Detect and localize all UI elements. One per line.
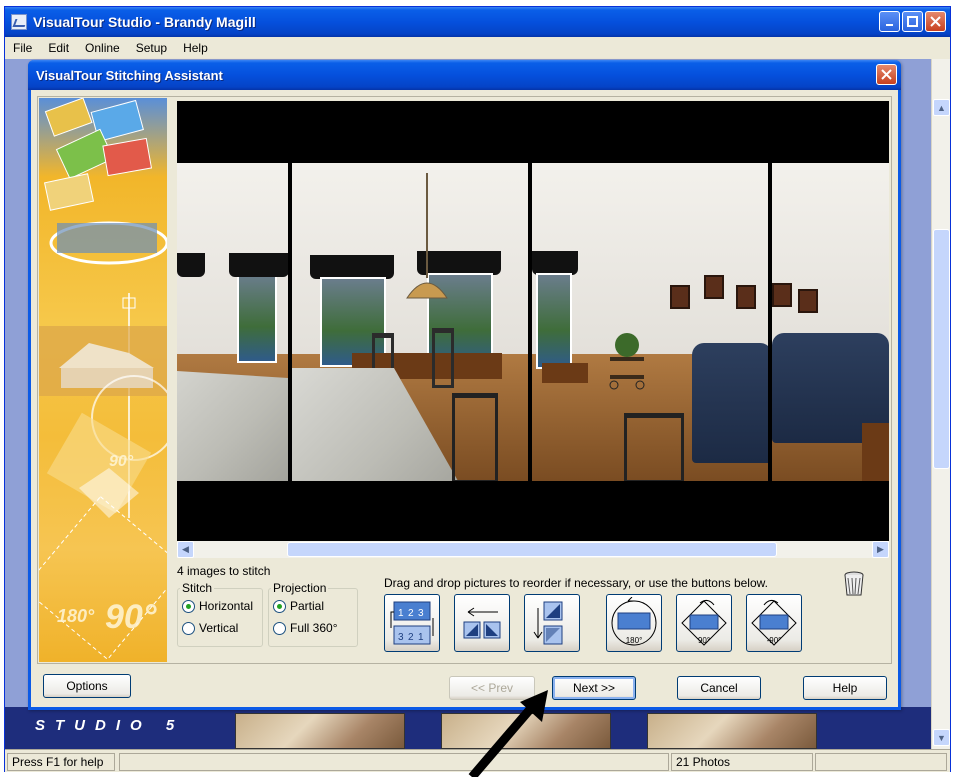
studio-logo: STUDIO 5 [35,717,185,734]
next-button[interactable]: Next >> [552,676,636,700]
banner-degree-90-small: 90° [109,453,134,470]
flip-vertical-button[interactable] [524,594,580,652]
stitch-group: Stitch Horizontal Vertical [177,581,263,647]
dialog-titlebar[interactable]: VisualTour Stitching Assistant [28,60,901,90]
reverse-order-button[interactable]: 1 2 3 3 2 1 [384,594,440,652]
maximize-icon [907,16,918,27]
menu-help[interactable]: Help [183,41,208,55]
status-help-text: Press F1 for help [7,753,115,771]
scroll-up-arrow-icon[interactable]: ▲ [933,99,950,116]
menubar: File Edit Online Setup Help [5,37,950,59]
cancel-button[interactable]: Cancel [677,676,761,700]
maximize-button[interactable] [902,11,923,32]
minimize-icon [885,23,893,26]
tool-number: 2 [408,632,414,643]
scrollbar-thumb[interactable] [933,229,950,469]
rotate-90-ccw-label: -90° [766,636,782,645]
preview-horizontal-scrollbar[interactable]: ◀ ▶ [177,541,889,558]
reverse-order-icon: 1 2 3 3 2 1 [390,601,434,645]
stitch-horizontal-label: Horizontal [199,599,254,613]
radio-unchecked-icon[interactable] [182,621,195,635]
scroll-left-arrow-icon[interactable]: ◀ [177,541,194,558]
banner-degree-180: 180° [57,606,95,626]
decorative-banner: 90° 180° 90° [39,98,167,662]
tool-number: 1 [398,608,404,619]
swap-left-icon [463,607,501,639]
help-button[interactable]: Help [803,676,887,700]
stitch-preview-area[interactable] [177,101,889,541]
stitch-horizontal-option[interactable]: Horizontal [178,595,262,617]
app-vertical-scrollbar[interactable]: ▲ ▼ [931,59,950,749]
scroll-right-arrow-icon[interactable]: ▶ [872,541,889,558]
tool-number: 2 [408,608,414,619]
options-button[interactable]: Options [43,674,131,698]
stitch-vertical-label: Vertical [199,621,239,635]
photo-thumbnail[interactable] [235,713,405,749]
stitch-photo-4[interactable] [772,163,889,481]
rotate-90-cw-button[interactable]: 90° [676,594,732,652]
app-icon[interactable] [11,14,27,30]
scrollbar-thumb[interactable] [287,542,777,557]
menu-setup[interactable]: Setup [136,41,167,55]
dialog-close-button[interactable] [876,64,897,85]
rotate-180-label: 180° [625,636,643,645]
stitch-photo-1[interactable] [177,163,288,481]
tool-number: 3 [398,632,404,643]
images-count-label: 4 images to stitch [177,564,271,578]
stitch-photo-3[interactable] [532,163,768,481]
app-titlebar[interactable]: VisualTour Studio - Brandy Magill [5,7,950,37]
rotate-180-button[interactable]: 180° [606,594,662,652]
tool-number: 1 [418,632,424,643]
scroll-down-arrow-icon[interactable]: ▼ [933,729,950,746]
menu-edit[interactable]: Edit [48,41,69,55]
projection-full360-option[interactable]: Full 360° [269,617,357,639]
chandelier-icon [406,173,448,299]
projection-partial-option[interactable]: Partial [269,595,357,617]
stitching-assistant-dialog: VisualTour Stitching Assistant 90° 180° … [28,60,901,710]
status-extra-pane [815,753,947,771]
app-title: VisualTour Studio - Brandy Magill [33,14,256,30]
banner-degree-90-large: 90° [105,598,157,636]
status-photo-count: 21 Photos [671,753,813,771]
dialog-title: VisualTour Stitching Assistant [36,68,223,83]
swap-left-button[interactable] [454,594,510,652]
banner-artwork [39,98,167,661]
close-icon [881,69,892,80]
menu-online[interactable]: Online [85,41,120,55]
stitch-legend: Stitch [182,581,213,595]
trash-icon[interactable] [844,571,864,597]
radio-unchecked-icon[interactable] [273,621,286,635]
annotation-arrow-icon [468,690,548,777]
rotate-90-ccw-button[interactable]: -90° [746,594,802,652]
projection-full360-label: Full 360° [290,621,338,635]
tool-number: 3 [418,608,424,619]
projection-group: Projection Partial Full 360° [268,581,358,647]
dialog-body: 90° 180° 90° ◀ ▶ 4 images to stitch Drag… [37,96,892,664]
status-empty-pane [119,753,669,771]
flip-vertical-icon [533,601,563,645]
minimize-button[interactable] [879,11,900,32]
plant-cart-icon [609,333,645,390]
radio-checked-icon[interactable] [182,599,195,613]
projection-partial-label: Partial [290,599,325,613]
instructions-text: Drag and drop pictures to reorder if nec… [384,576,768,590]
stitch-photo-2[interactable] [292,163,528,481]
rotate-90-cw-label: 90° [697,636,711,645]
projection-legend: Projection [273,581,327,595]
photo-thumbnail[interactable] [647,713,817,749]
stitch-vertical-option[interactable]: Vertical [178,617,262,639]
close-icon [930,16,941,27]
close-button[interactable] [925,11,946,32]
radio-checked-icon[interactable] [273,599,286,613]
menu-file[interactable]: File [13,41,32,55]
